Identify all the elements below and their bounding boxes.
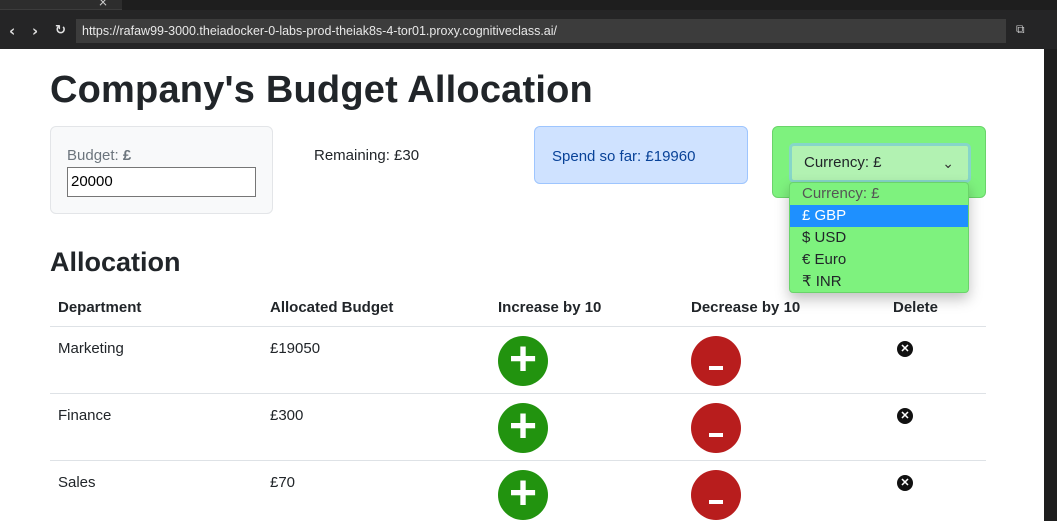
- allocation-table: Department Allocated Budget Increase by …: [50, 289, 986, 521]
- tab-strip: ×: [0, 0, 1057, 10]
- browser-tab[interactable]: ×: [0, 0, 122, 10]
- minus-icon: [709, 433, 723, 437]
- chevron-down-icon: ⌄: [942, 155, 954, 171]
- budget-currency-symbol: £: [122, 147, 132, 164]
- address-bar[interactable]: https://rafaw99-3000.theiadocker-0-labs-…: [76, 19, 1006, 43]
- header-allocated-budget: Allocated Budget: [270, 299, 394, 316]
- table-row: Sales £70 + ✕: [50, 461, 986, 521]
- budget-cell: £300: [270, 407, 304, 424]
- remaining-text: Remaining: £30: [314, 147, 420, 164]
- decrease-button[interactable]: [691, 403, 741, 453]
- increase-button[interactable]: +: [498, 403, 548, 453]
- currency-select[interactable]: Currency: £ ⌄: [789, 143, 971, 183]
- browser-toolbar: × ‹ › ↻ https://rafaw99-3000.theiadocker…: [0, 0, 1057, 49]
- minus-icon: [709, 366, 723, 370]
- table-header: Department Allocated Budget Increase by …: [50, 289, 986, 327]
- header-delete: Delete: [893, 299, 939, 316]
- forward-icon[interactable]: ›: [32, 21, 38, 41]
- header-increase: Increase by 10: [498, 299, 602, 316]
- department-cell: Sales: [58, 474, 96, 491]
- table-row: Finance £300 + ✕: [50, 394, 986, 461]
- app-page: Company's Budget Allocation Budget: £ 20…: [0, 49, 1044, 521]
- budget-input[interactable]: 20000: [67, 167, 256, 197]
- open-external-icon[interactable]: ⧉: [1016, 22, 1025, 37]
- header-department: Department: [58, 299, 142, 316]
- table-row: Marketing £19050 + ✕: [50, 327, 986, 394]
- currency-option-placeholder[interactable]: Currency: £: [790, 183, 968, 205]
- page-title: Company's Budget Allocation: [50, 69, 593, 111]
- back-icon[interactable]: ‹: [9, 21, 15, 41]
- department-cell: Marketing: [58, 340, 124, 357]
- header-decrease: Decrease by 10: [691, 299, 801, 316]
- department-cell: Finance: [58, 407, 112, 424]
- currency-option-gbp[interactable]: £ GBP: [790, 205, 968, 227]
- tab-close-icon[interactable]: ×: [98, 0, 108, 9]
- budget-label-text: Budget:: [67, 147, 123, 164]
- minus-icon: [709, 500, 723, 504]
- delete-icon[interactable]: ✕: [897, 475, 913, 491]
- reload-icon[interactable]: ↻: [55, 21, 66, 41]
- budget-cell: £19050: [270, 340, 321, 357]
- navigation-bar: ‹ › ↻ https://rafaw99-3000.theiadocker-0…: [0, 14, 1057, 49]
- delete-icon[interactable]: ✕: [897, 408, 913, 424]
- increase-button[interactable]: +: [498, 470, 548, 520]
- budget-label: Budget: £: [67, 147, 131, 164]
- currency-option-euro[interactable]: € Euro: [790, 249, 968, 271]
- delete-icon[interactable]: ✕: [897, 341, 913, 357]
- currency-option-usd[interactable]: $ USD: [790, 227, 968, 249]
- plus-icon: +: [508, 467, 538, 520]
- spend-card: Spend so far: £19960: [534, 126, 748, 184]
- currency-dropdown: Currency: £ £ GBP $ USD € Euro ₹ INR: [789, 182, 969, 293]
- decrease-button[interactable]: [691, 336, 741, 386]
- decrease-button[interactable]: [691, 470, 741, 520]
- plus-icon: +: [508, 400, 538, 453]
- allocation-title: Allocation: [50, 247, 181, 277]
- budget-card: Budget: £ 20000: [50, 126, 273, 214]
- increase-button[interactable]: +: [498, 336, 548, 386]
- budget-cell: £70: [270, 474, 296, 491]
- scrollbar[interactable]: [1044, 49, 1057, 521]
- plus-icon: +: [508, 333, 538, 386]
- spend-text: Spend so far: £19960: [552, 148, 696, 165]
- currency-selected-value: Currency: £: [804, 154, 882, 171]
